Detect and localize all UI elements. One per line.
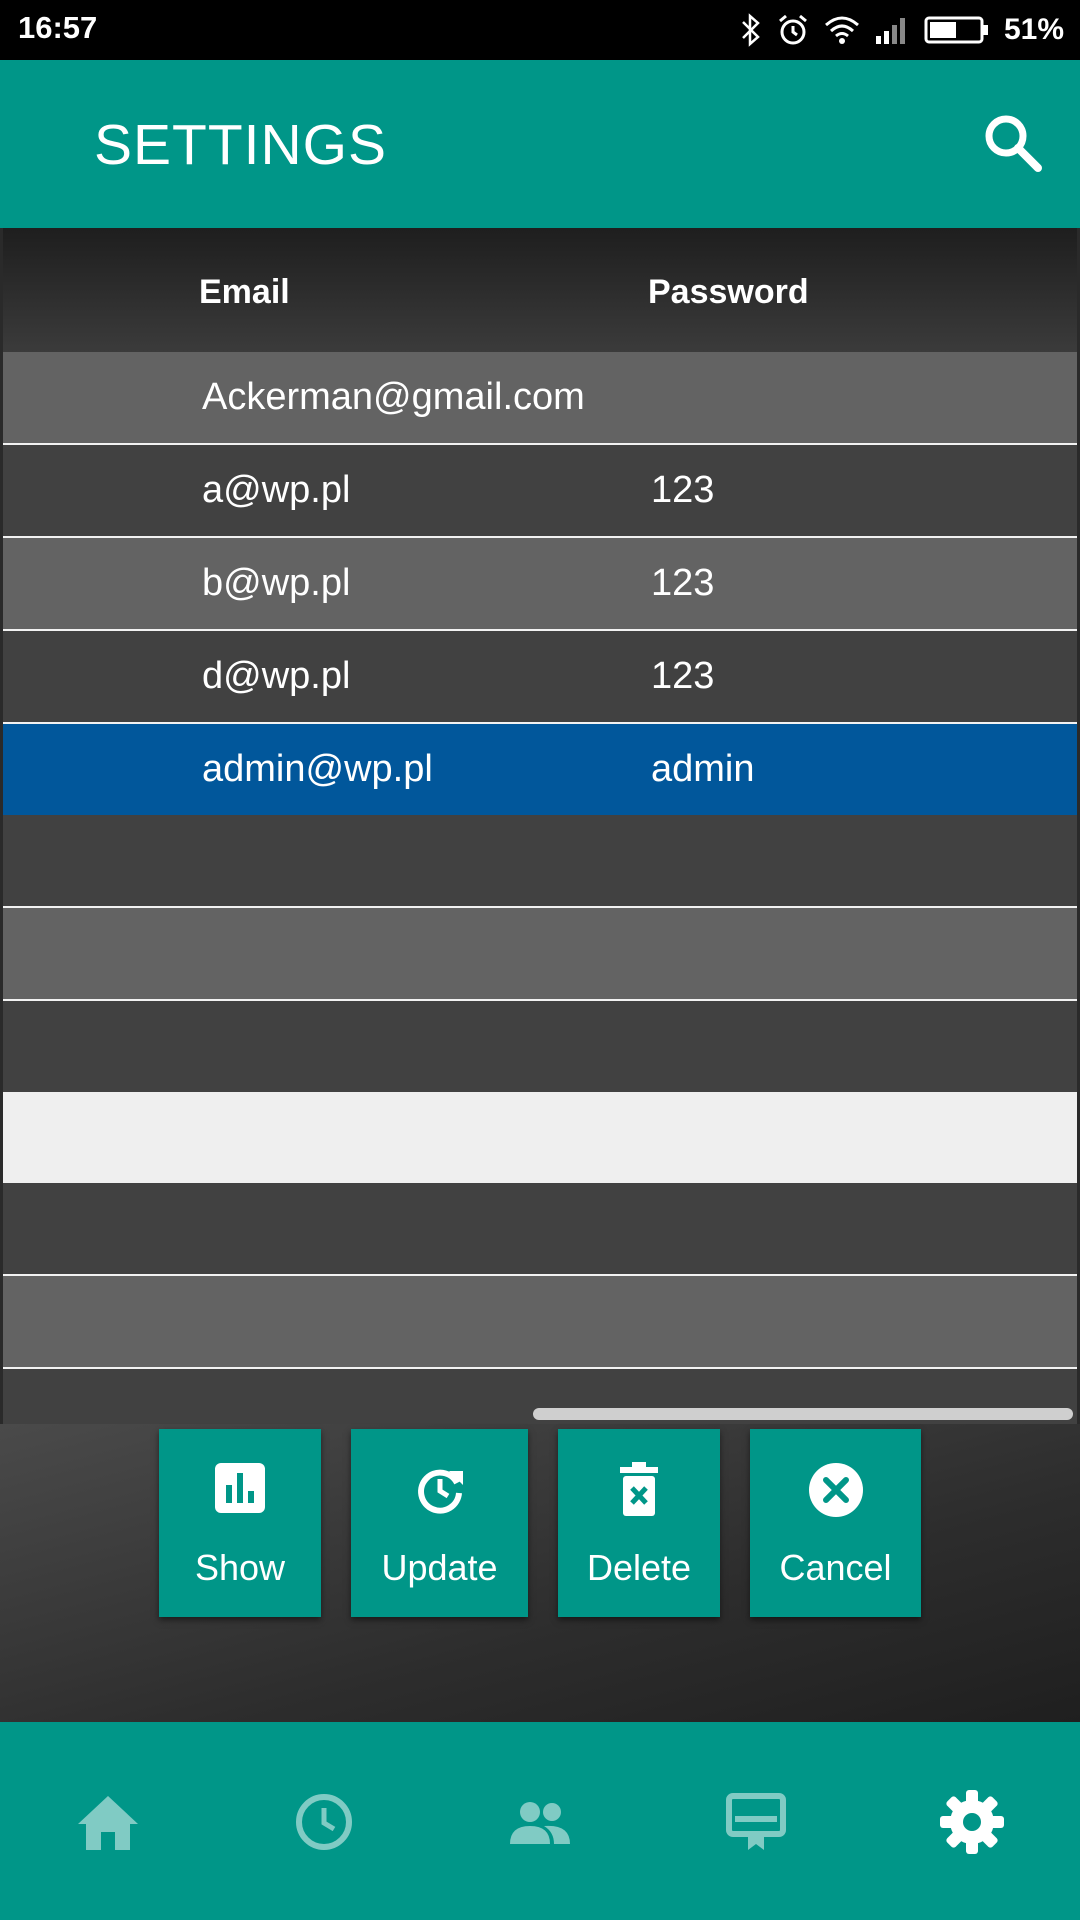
delete-label: Delete — [586, 1547, 692, 1588]
cancel-label: Cancel — [779, 1547, 892, 1588]
cell-password: 123 — [651, 562, 715, 604]
nav-settings[interactable] — [936, 1786, 1008, 1858]
chart-icon — [215, 1463, 265, 1513]
search-button[interactable] — [980, 110, 1046, 176]
table-row[interactable]: d@wp.pl 123 — [3, 631, 1077, 724]
show-label: Show — [194, 1547, 286, 1588]
nav-history[interactable] — [288, 1786, 360, 1858]
empty-row — [3, 815, 1077, 908]
alarm-icon — [778, 14, 807, 45]
empty-row — [3, 1276, 1077, 1369]
table-row[interactable]: a@wp.pl 123 — [3, 445, 1077, 538]
nav-home[interactable] — [72, 1786, 144, 1858]
trash-icon — [620, 1462, 658, 1516]
card-icon — [726, 1793, 786, 1850]
table-row[interactable]: Ackerman@gmail.com — [3, 352, 1077, 445]
empty-row — [3, 1183, 1077, 1276]
column-header-email[interactable]: Email — [199, 273, 290, 312]
wifi-icon — [824, 16, 859, 44]
table-header: Email Password — [3, 228, 1077, 352]
action-panel: Show Update Delete Cancel — [0, 1424, 1080, 1722]
home-icon — [78, 1796, 138, 1850]
cell-email: b@wp.pl — [202, 562, 351, 604]
empty-row — [3, 1001, 1077, 1092]
search-icon — [985, 115, 1042, 172]
column-header-password[interactable]: Password — [648, 273, 809, 312]
app-bar: SETTINGS — [0, 60, 1080, 228]
people-icon — [510, 1802, 570, 1844]
delete-button[interactable]: Delete — [558, 1429, 720, 1617]
horizontal-scrollbar[interactable] — [533, 1408, 1073, 1420]
cancel-button[interactable]: Cancel — [750, 1429, 921, 1617]
status-time: 16:57 — [18, 10, 98, 45]
battery-percent: 51% — [1003, 13, 1064, 46]
nav-people[interactable] — [504, 1786, 576, 1858]
status-bar: 16:57 51% — [0, 0, 1080, 60]
status-icons: 51% — [740, 8, 1064, 52]
empty-row — [3, 908, 1077, 1001]
empty-row — [3, 1092, 1077, 1183]
users-table: Email Password Ackerman@gmail.com a@wp.p… — [3, 228, 1077, 1424]
cell-email: d@wp.pl — [202, 655, 351, 697]
update-button[interactable]: Update — [351, 1429, 528, 1617]
show-button[interactable]: Show — [159, 1429, 321, 1617]
cell-password: 123 — [651, 655, 715, 697]
page-title: SETTINGS — [94, 113, 388, 177]
bluetooth-icon — [742, 13, 760, 47]
signal-icon — [875, 18, 905, 44]
cell-email: Ackerman@gmail.com — [202, 376, 585, 418]
history-icon — [296, 1794, 352, 1850]
cell-email: a@wp.pl — [202, 469, 351, 511]
update-label: Update — [381, 1547, 498, 1588]
update-icon — [417, 1469, 463, 1514]
table-row[interactable]: b@wp.pl 123 — [3, 538, 1077, 631]
table-body: Ackerman@gmail.com a@wp.pl 123 b@wp.pl 1… — [3, 352, 1077, 1424]
nav-card[interactable] — [720, 1786, 792, 1858]
table-row-selected[interactable]: admin@wp.pl admin — [3, 724, 1077, 815]
bottom-navigation — [0, 1722, 1080, 1920]
battery-icon — [924, 16, 988, 44]
cell-password: 123 — [651, 469, 715, 511]
cell-email: admin@wp.pl — [202, 748, 433, 790]
cancel-icon — [808, 1463, 863, 1517]
cell-password: admin — [651, 748, 755, 790]
settings-icon — [940, 1790, 1004, 1854]
